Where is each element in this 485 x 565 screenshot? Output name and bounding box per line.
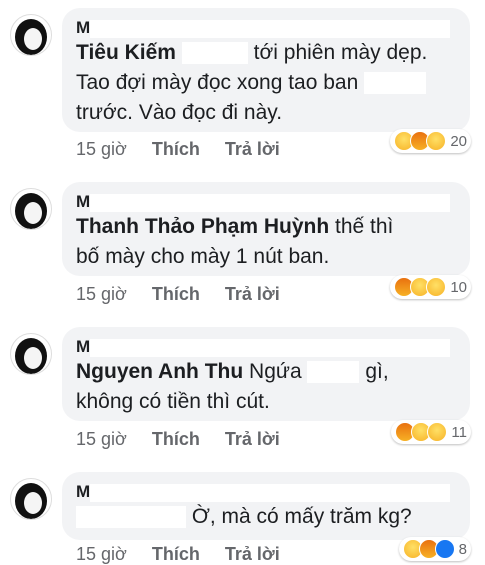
comment-actions: 15 giờ Thích Trả lời — [76, 284, 300, 305]
comment-text: Nguyen Anh Thu Ngứa gì, không có tiền th… — [76, 360, 389, 413]
like-button[interactable]: Thích — [152, 139, 200, 159]
reaction-count: 20 — [450, 132, 467, 150]
like-button[interactable]: Thích — [152, 544, 200, 564]
haha-icon — [427, 422, 448, 442]
like-icon — [434, 539, 455, 559]
redacted — [307, 361, 360, 384]
comment-actions: 15 giờ Thích Trả lời — [76, 544, 300, 565]
reply-button[interactable]: Trả lời — [225, 284, 280, 304]
avatar-image — [15, 193, 47, 229]
avatar[interactable] — [10, 14, 52, 56]
comment-bubble: M Nguyen Anh Thu Ngứa gì, không có tiền … — [62, 327, 470, 421]
wow-icon — [426, 131, 447, 151]
tagged-name[interactable]: Nguyen Anh Thu — [76, 360, 243, 383]
comment-bubble: M Thanh Thảo Phạm Huỳnh thế thì bố mày c… — [62, 182, 470, 276]
like-button[interactable]: Thích — [152, 284, 200, 304]
comment-actions: 15 giờ Thích Trả lời — [76, 429, 300, 450]
author-name[interactable]: M — [76, 192, 456, 212]
reaction-count: 11 — [451, 423, 467, 441]
comment-text: Ờ, mà có mấy trăm kg? — [76, 502, 456, 532]
reaction-count: 10 — [450, 278, 467, 296]
timestamp[interactable]: 15 giờ — [76, 544, 127, 564]
avatar[interactable] — [10, 188, 52, 230]
reply-button[interactable]: Trả lời — [225, 429, 280, 449]
reaction-summary[interactable]: 20 — [390, 129, 471, 153]
timestamp[interactable]: 15 giờ — [76, 139, 127, 159]
reaction-summary[interactable]: 8 — [398, 537, 471, 561]
reaction-summary[interactable]: 10 — [390, 275, 471, 299]
redacted — [76, 506, 186, 529]
comment-actions: 15 giờ Thích Trả lời — [76, 139, 300, 160]
avatar[interactable] — [10, 478, 52, 520]
author-name[interactable]: M — [76, 337, 456, 357]
comment-text: Tiêu Kiếm tới phiên mày dẹp. Tao đợi mày… — [76, 41, 428, 124]
reply-button[interactable]: Trả lời — [225, 139, 280, 159]
reply-button[interactable]: Trả lời — [225, 544, 280, 564]
author-name[interactable]: M — [76, 18, 456, 38]
reaction-summary[interactable]: 11 — [391, 420, 471, 444]
tagged-name[interactable]: Thanh Thảo Phạm Huỳnh — [76, 215, 329, 238]
redacted — [181, 42, 248, 65]
comment-bubble: M Tiêu Kiếm tới phiên mày dẹp. Tao đợi m… — [62, 8, 470, 132]
timestamp[interactable]: 15 giờ — [76, 429, 127, 449]
comment-text: Thanh Thảo Phạm Huỳnh thế thì bố mày cho… — [76, 215, 394, 268]
author-name[interactable]: M — [76, 482, 456, 502]
tagged-name[interactable]: Tiêu Kiếm — [76, 41, 176, 64]
reaction-count: 8 — [458, 540, 467, 558]
avatar-image — [15, 338, 47, 374]
like-button[interactable]: Thích — [152, 429, 200, 449]
avatar[interactable] — [10, 333, 52, 375]
avatar-image — [15, 483, 47, 519]
timestamp[interactable]: 15 giờ — [76, 284, 127, 304]
wow-icon — [426, 277, 447, 297]
redacted — [364, 72, 427, 95]
avatar-image — [15, 19, 47, 55]
comment-bubble: M Ờ, mà có mấy trăm kg? — [62, 472, 470, 540]
